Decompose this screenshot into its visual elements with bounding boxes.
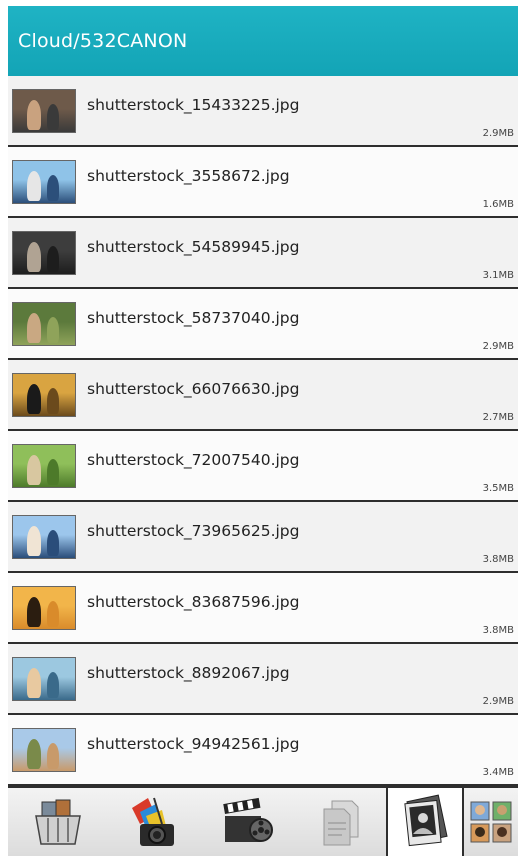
file-row[interactable]: shutterstock_3558672.jpg 1.6MB bbox=[8, 147, 518, 218]
file-name: shutterstock_15433225.jpg bbox=[87, 95, 300, 114]
file-size: 2.9MB bbox=[482, 128, 514, 139]
file-size: 3.5MB bbox=[482, 483, 514, 494]
file-row[interactable]: shutterstock_15433225.jpg 2.9MB bbox=[8, 76, 518, 147]
file-name: shutterstock_58737040.jpg bbox=[87, 308, 300, 327]
photo-thumbnail bbox=[12, 88, 76, 133]
file-row[interactable]: shutterstock_8892067.jpg 2.9MB bbox=[8, 644, 518, 715]
file-size: 3.1MB bbox=[482, 270, 514, 281]
file-name: shutterstock_54589945.jpg bbox=[87, 237, 300, 256]
file-name: shutterstock_73965625.jpg bbox=[87, 521, 300, 540]
file-size: 3.8MB bbox=[482, 625, 514, 636]
photo-thumbnail bbox=[12, 727, 76, 772]
file-name: shutterstock_94942561.jpg bbox=[87, 734, 300, 753]
photo-thumbnail bbox=[12, 372, 76, 417]
photo-thumbnail bbox=[12, 656, 76, 701]
file-row[interactable]: shutterstock_94942561.jpg 3.4MB bbox=[8, 715, 518, 786]
shopping-basket-icon bbox=[35, 799, 81, 845]
photo-album-icon bbox=[404, 794, 448, 847]
tab-photos[interactable] bbox=[386, 788, 464, 856]
file-name: shutterstock_3558672.jpg bbox=[87, 166, 290, 185]
file-name: shutterstock_72007540.jpg bbox=[87, 450, 300, 469]
file-name: shutterstock_66076630.jpg bbox=[87, 379, 300, 398]
photo-thumbnail bbox=[12, 585, 76, 630]
file-row[interactable]: shutterstock_66076630.jpg 2.7MB bbox=[8, 360, 518, 431]
photo-thumbnail bbox=[12, 230, 76, 275]
file-row[interactable]: shutterstock_83687596.jpg 3.8MB bbox=[8, 573, 518, 644]
photo-thumbnail bbox=[12, 514, 76, 559]
tab-video[interactable] bbox=[200, 788, 296, 856]
file-row[interactable]: shutterstock_72007540.jpg 3.5MB bbox=[8, 431, 518, 502]
tab-documents[interactable] bbox=[296, 788, 386, 856]
file-size: 2.7MB bbox=[482, 412, 514, 423]
file-size: 1.6MB bbox=[482, 199, 514, 210]
title-bar: Cloud/532CANON bbox=[8, 6, 518, 76]
tab-basket[interactable] bbox=[8, 788, 108, 856]
photo-thumbnail bbox=[12, 301, 76, 346]
file-row[interactable]: shutterstock_58737040.jpg 2.9MB bbox=[8, 289, 518, 360]
folder-path-title: Cloud/532CANON bbox=[18, 30, 188, 52]
file-row[interactable]: shutterstock_54589945.jpg 3.1MB bbox=[8, 218, 518, 289]
photo-camera-icon bbox=[132, 797, 174, 846]
file-size: 2.9MB bbox=[482, 696, 514, 707]
file-size: 3.8MB bbox=[482, 554, 514, 565]
photo-thumbnail bbox=[12, 443, 76, 488]
file-size: 2.9MB bbox=[482, 341, 514, 352]
file-size: 3.4MB bbox=[482, 767, 514, 778]
file-name: shutterstock_83687596.jpg bbox=[87, 592, 300, 611]
tab-contacts[interactable] bbox=[464, 788, 518, 856]
document-icon bbox=[323, 800, 359, 846]
file-list[interactable]: shutterstock_15433225.jpg 2.9MB shuttersto… bbox=[8, 76, 518, 786]
tab-camera[interactable] bbox=[108, 788, 200, 856]
photo-thumbnail bbox=[12, 159, 76, 204]
contacts-grid-icon bbox=[470, 801, 512, 843]
video-clapper-icon bbox=[223, 797, 273, 842]
bottom-toolbar bbox=[8, 786, 518, 856]
file-row[interactable]: shutterstock_73965625.jpg 3.8MB bbox=[8, 502, 518, 573]
file-name: shutterstock_8892067.jpg bbox=[87, 663, 290, 682]
